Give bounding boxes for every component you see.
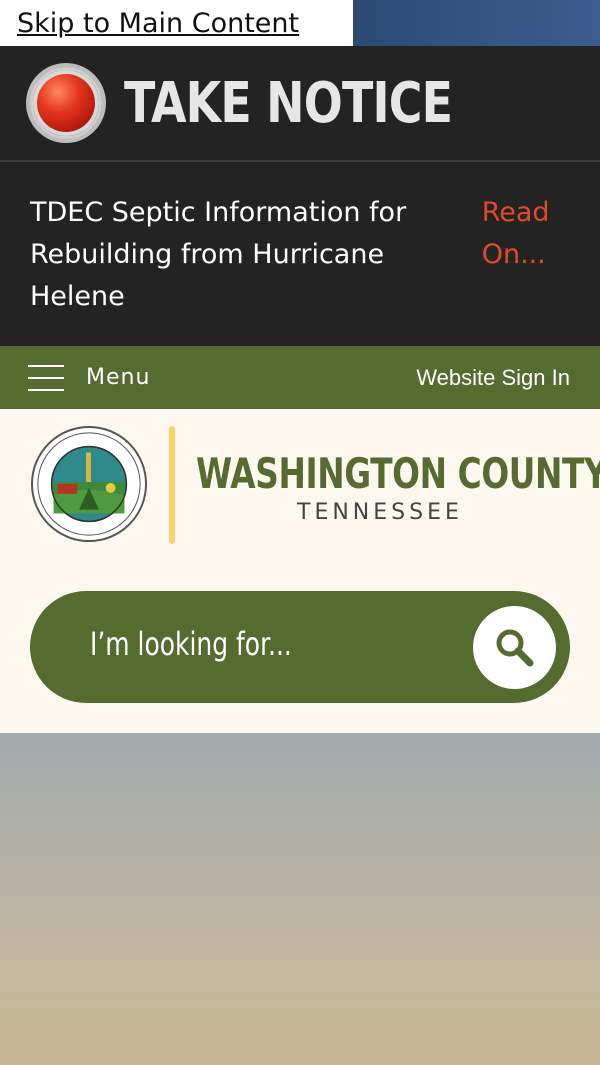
site-header: WASHINGTON COUNTY TENNESSEE I’m looking … [0,409,600,733]
hero-image [0,733,600,1065]
alert-light-icon [30,67,102,139]
skip-to-main-link[interactable]: Skip to Main Content [0,0,353,46]
read-on-link[interactable]: Read On... [482,192,570,318]
notice-header: TAKE NOTICE [0,46,600,162]
notice-message[interactable]: TDEC Septic Information for Rebuilding f… [30,192,462,318]
website-sign-in-link[interactable]: Website Sign In [416,365,570,391]
menu-bar: Menu Website Sign In [0,346,600,409]
search-icon [496,629,533,666]
hamburger-menu-icon[interactable] [28,364,64,391]
notice-body: TDEC Septic Information for Rebuilding f… [0,162,600,318]
county-seal-logo[interactable] [30,425,148,543]
take-notice-alert: TAKE NOTICE TDEC Septic Information for … [0,46,600,346]
state-name: TENNESSEE [297,500,463,525]
header-divider [169,426,175,544]
search-button[interactable] [473,606,556,689]
county-name[interactable]: WASHINGTON COUNTY [196,449,600,498]
search-bar[interactable]: I’m looking for... [30,591,570,703]
notice-title: TAKE NOTICE [124,70,453,136]
menu-button[interactable]: Menu [86,365,150,390]
search-input[interactable]: I’m looking for... [90,625,292,663]
